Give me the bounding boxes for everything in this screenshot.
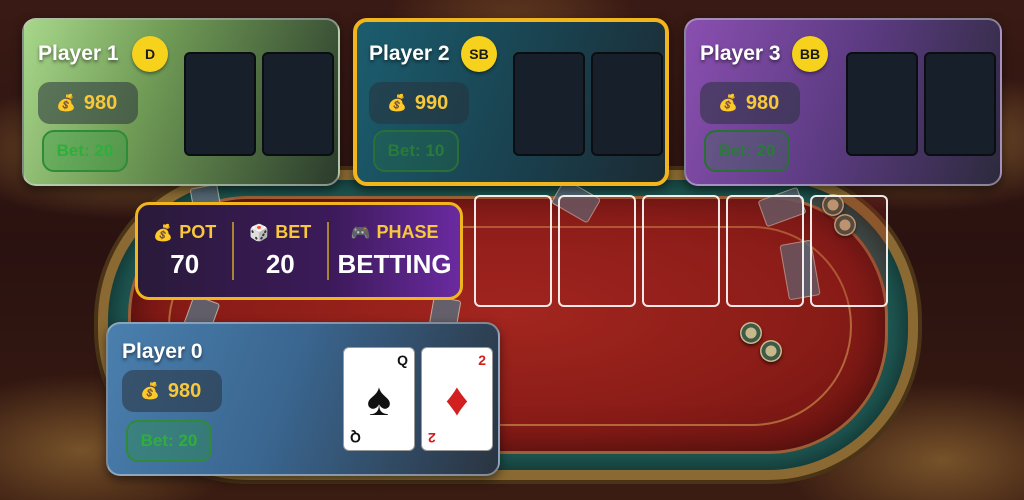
chip-count: 💰 990 — [369, 82, 469, 124]
pot-label: POT — [179, 222, 217, 242]
chip-value: 980 — [745, 91, 780, 114]
hole-card-back — [262, 52, 334, 156]
player-2-panel: Player 2 SB 💰 990 Bet: 10 — [353, 18, 669, 186]
hole-card-back — [591, 52, 663, 156]
game-info-panel: 💰 POT 70 🎲 BET 20 🎮 PHASE BETTING — [135, 202, 463, 300]
pot-value: 70 — [170, 249, 200, 279]
small-blind-badge: SB — [461, 36, 497, 72]
chip-count: 💰 980 — [38, 82, 138, 124]
hole-card-back — [513, 52, 585, 156]
money-bag-icon: 💰 — [56, 95, 76, 112]
poker-chip — [740, 322, 762, 344]
community-card-slot-2 — [558, 195, 636, 307]
diamond-icon: ♦ — [445, 373, 469, 425]
chip-count: 💰 980 — [122, 370, 222, 412]
big-blind-badge: BB — [792, 36, 828, 72]
player-name: Player 2 — [369, 42, 450, 65]
bet-amount: Bet: 20 — [42, 130, 128, 172]
bet-label: BET — [275, 222, 312, 242]
money-bag-icon: 💰 — [153, 225, 174, 242]
hole-card-two-diamonds: 2 ♦ 2 — [421, 347, 493, 451]
money-bag-icon: 💰 — [718, 95, 738, 112]
gamepad-icon: 🎮 — [350, 225, 371, 242]
card-rank: 2 — [428, 430, 436, 446]
community-card-slot-5 — [810, 195, 888, 307]
card-rank: Q — [350, 430, 361, 446]
phase-label: PHASE — [376, 222, 439, 242]
spade-icon: ♠ — [366, 373, 392, 425]
bet-amount: Bet: 10 — [373, 130, 459, 172]
poker-chip — [760, 340, 782, 362]
hole-card-back — [924, 52, 996, 156]
community-card-slot-1 — [474, 195, 552, 307]
chip-value: 980 — [83, 91, 118, 114]
phase-value: BETTING — [337, 249, 452, 279]
pot-section: 💰 POT 70 — [138, 222, 232, 280]
money-bag-icon: 💰 — [140, 383, 160, 400]
player-name: Player 0 — [122, 340, 203, 363]
current-bet-value: 20 — [265, 249, 295, 279]
money-bag-icon: 💰 — [387, 95, 407, 112]
hole-card-back — [846, 52, 918, 156]
hole-card-back — [184, 52, 256, 156]
phase-section: 🎮 PHASE BETTING — [327, 222, 460, 280]
card-rank: 2 — [478, 352, 486, 368]
bet-amount: Bet: 20 — [704, 130, 790, 172]
community-card-slot-3 — [642, 195, 720, 307]
dice-icon: 🎲 — [249, 225, 270, 242]
player-3-panel: Player 3 BB 💰 980 Bet: 20 — [684, 18, 1002, 186]
dealer-badge: D — [132, 36, 168, 72]
chip-value: 980 — [167, 379, 202, 402]
chip-count: 💰 980 — [700, 82, 800, 124]
bet-amount: Bet: 20 — [126, 420, 212, 462]
community-card-slot-4 — [726, 195, 804, 307]
player-name: Player 3 — [700, 42, 781, 65]
player-1-panel: Player 1 D 💰 980 Bet: 20 — [22, 18, 340, 186]
player-name: Player 1 — [38, 42, 119, 65]
card-rank: Q — [397, 352, 408, 368]
hole-card-queen-spades: Q ♠ Q — [343, 347, 415, 451]
chip-value: 990 — [414, 91, 449, 114]
bet-section: 🎲 BET 20 — [231, 222, 328, 280]
